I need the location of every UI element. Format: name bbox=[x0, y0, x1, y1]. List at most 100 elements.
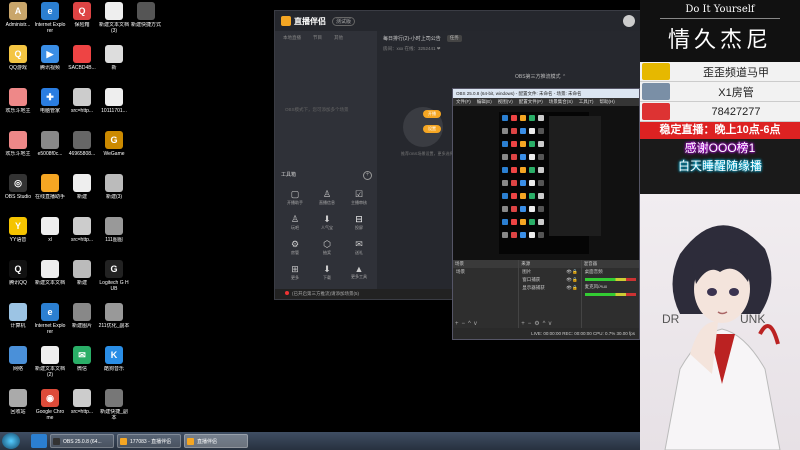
tool-item[interactable]: ☑ 主播审核 bbox=[343, 189, 375, 206]
nested-desktop-icon bbox=[529, 232, 535, 238]
tool-item[interactable]: ♙ 直播信息 bbox=[311, 189, 343, 206]
source-item[interactable]: 显示器捕获 👁🔒 bbox=[519, 284, 580, 292]
tab-local[interactable]: 本地直播 bbox=[283, 35, 301, 41]
desktop-icon[interactable]: A Administr... bbox=[2, 2, 34, 28]
desktop-icon-label: QQ游戏 bbox=[9, 65, 27, 71]
obs-menu-item[interactable]: 编辑(E) bbox=[477, 98, 492, 106]
desktop-icon[interactable]: ◎ OBS Studio bbox=[2, 174, 34, 200]
source-controls[interactable]: +−⚙^v bbox=[521, 320, 554, 327]
desktop-icon[interactable]: 欢乐斗地主 bbox=[2, 88, 34, 114]
start-live-button[interactable]: 开播 bbox=[423, 110, 441, 118]
desktop-icon-label: 欢乐斗地主 bbox=[5, 151, 31, 157]
scene-controls[interactable]: +−^v bbox=[455, 321, 480, 327]
desktop-icon[interactable]: Q 腾讯QQ bbox=[2, 260, 34, 286]
desktop-icon[interactable]: 网络 bbox=[2, 346, 34, 372]
push-mode-dropdown[interactable]: OBS第三方推流模式 ⌃ bbox=[515, 73, 566, 80]
desktop-icon[interactable]: 新建 bbox=[66, 260, 98, 286]
avatar[interactable] bbox=[623, 15, 635, 27]
start-button[interactable] bbox=[2, 433, 20, 449]
obs-menu-item[interactable]: 文件(F) bbox=[456, 98, 471, 106]
desktop-icon[interactable]: 新建文本文档 (3) bbox=[98, 2, 130, 34]
desktop-icon[interactable]: 新 bbox=[98, 45, 130, 71]
tool-item[interactable]: ⊞ 更多 bbox=[279, 264, 311, 281]
tool-item[interactable]: ⬡ 抽奖 bbox=[311, 239, 343, 256]
taskbar-task[interactable]: 直播伴侣 bbox=[184, 434, 248, 448]
tool-item[interactable]: ▲ 更多工具 bbox=[343, 264, 375, 281]
desktop-icon[interactable]: ✉ 微信 bbox=[66, 346, 98, 372]
desktop-icon-label: 新建文本文档 (3) bbox=[98, 22, 129, 34]
desktop-icon-label: OBS Studio bbox=[4, 194, 32, 200]
desktop-icon[interactable]: ◉ Google Chrome bbox=[34, 389, 66, 421]
tool-icon: ♙ bbox=[322, 189, 332, 199]
rank-row: 78427277 bbox=[640, 102, 800, 122]
tool-item[interactable]: ▢ 开播助手 bbox=[279, 189, 311, 206]
taskbar-task[interactable]: OBS 25.0.8 (64... bbox=[50, 434, 114, 448]
desktop-icon[interactable]: e Internet Explorer bbox=[34, 303, 66, 335]
add-icon[interactable]: + bbox=[363, 171, 372, 180]
obs-menu-item[interactable]: 场景集合(S) bbox=[549, 98, 573, 106]
source-item[interactable]: 窗口捕获 👁🔒 bbox=[519, 276, 580, 284]
desktop-icon[interactable]: 新建快捷方式 bbox=[130, 2, 162, 28]
desktop-icon[interactable]: 新建文本文档 bbox=[34, 260, 66, 286]
desktop-icon[interactable]: ▶ 腾讯视频 bbox=[34, 45, 66, 71]
desktop-icon[interactable]: 新建(3) bbox=[98, 174, 130, 200]
desktop-icon[interactable]: xl bbox=[34, 217, 66, 243]
desktop-icon[interactable]: Y YY语音 bbox=[2, 217, 34, 243]
desktop-icon[interactable]: 新建 bbox=[66, 174, 98, 200]
desktop-icon[interactable]: 211优化_副本 bbox=[98, 303, 130, 329]
desktop-icon[interactable]: 111图图 bbox=[98, 217, 130, 243]
tool-item[interactable]: ♙ 玩吧 bbox=[279, 214, 311, 231]
obs-titlebar[interactable]: OBS 25.0.8 (64-bit, windows) - 配置文件: 未命名… bbox=[453, 89, 639, 98]
ticker-chip[interactable]: 任务 bbox=[446, 35, 462, 42]
app-icon bbox=[9, 346, 27, 364]
desktop-icon[interactable]: Q 保险箱 bbox=[66, 2, 98, 28]
desktop-icon[interactable]: Q QQ游戏 bbox=[2, 45, 34, 71]
desktop-icon[interactable]: e Internet Explorer bbox=[34, 2, 66, 34]
zb-titlebar[interactable]: 直播伴侣 测试版 bbox=[275, 11, 641, 31]
desktop-icon[interactable]: 10111701... bbox=[98, 88, 130, 114]
desktop-icon-label: 111图图 bbox=[105, 237, 123, 243]
tab-program[interactable]: 节目 bbox=[313, 35, 322, 41]
taskbar-task[interactable]: 177083 - 直播伴侣 bbox=[117, 434, 181, 448]
obs-window[interactable]: OBS 25.0.8 (64-bit, windows) - 配置文件: 未命名… bbox=[452, 88, 640, 340]
desktop-icon[interactable]: src=http... bbox=[66, 389, 98, 415]
tool-item[interactable]: ⚙ 房管 bbox=[279, 239, 311, 256]
mixer-dock: 混音器 桌面音频 麦克风/Aux bbox=[581, 260, 639, 328]
desktop-icon[interactable]: ✚ 电脑管家 bbox=[34, 88, 66, 114]
desktop-icon-label: 保险箱 bbox=[74, 22, 90, 28]
ie-taskbar-icon[interactable] bbox=[31, 434, 47, 448]
desktop-icon[interactable]: 在线直播助手 bbox=[34, 174, 66, 200]
obs-menu-item[interactable]: 帮助(H) bbox=[600, 98, 615, 106]
source-item[interactable]: 图片 👁🔒 bbox=[519, 268, 580, 276]
nested-desktop-icon bbox=[538, 180, 544, 186]
scene-item[interactable]: 场景 bbox=[453, 268, 518, 276]
desktop-icon-label: 腾讯视频 bbox=[39, 65, 60, 71]
desktop-icon[interactable]: 欢乐斗地主 bbox=[2, 131, 34, 157]
desktop-icon[interactable]: 新建图片 bbox=[66, 303, 98, 329]
desktop-icon[interactable]: 46965808... bbox=[66, 131, 98, 157]
settings-button[interactable]: 设置 bbox=[423, 125, 441, 133]
desktop-icon[interactable]: 计算机 bbox=[2, 303, 34, 329]
mixer-channel: 麦克风/Aux bbox=[584, 284, 608, 289]
desktop-icon[interactable]: src=http... bbox=[66, 88, 98, 114]
obs-menu-item[interactable]: 工具(T) bbox=[579, 98, 594, 106]
desktop-icon[interactable]: src=http... bbox=[66, 217, 98, 243]
obs-menu-item[interactable]: 视图(V) bbox=[498, 98, 513, 106]
tool-item[interactable]: ⬇ 下载 bbox=[311, 264, 343, 281]
desktop-icon[interactable]: SACBD4B... bbox=[66, 45, 98, 71]
tool-item[interactable]: ✉ 送礼 bbox=[343, 239, 375, 256]
tab-other[interactable]: 其他 bbox=[334, 35, 343, 41]
desktop-icon[interactable]: 回收站 bbox=[2, 389, 34, 415]
desktop-icon[interactable]: G Logitech G HUB bbox=[98, 260, 130, 292]
tool-item[interactable]: ⊟ 投屏 bbox=[343, 214, 375, 231]
schedule-notice: 稳定直播：晚上10点-6点 bbox=[640, 122, 800, 139]
desktop-icon[interactable]: G WeGame bbox=[98, 131, 130, 157]
desktop-icon[interactable]: 新建快捷_副本 bbox=[98, 389, 130, 421]
nested-desktop-icon bbox=[502, 232, 508, 238]
obs-menu-item[interactable]: 配置文件(P) bbox=[519, 98, 543, 106]
desktop-icon[interactable]: e5008f0c... bbox=[34, 131, 66, 157]
desktop-icon[interactable]: 新建文本文档 (2) bbox=[34, 346, 66, 378]
obs-preview[interactable] bbox=[453, 106, 639, 260]
tool-item[interactable]: ⬇ 人气宝 bbox=[311, 214, 343, 231]
desktop-icon[interactable]: K 酷狗音乐 bbox=[98, 346, 130, 372]
